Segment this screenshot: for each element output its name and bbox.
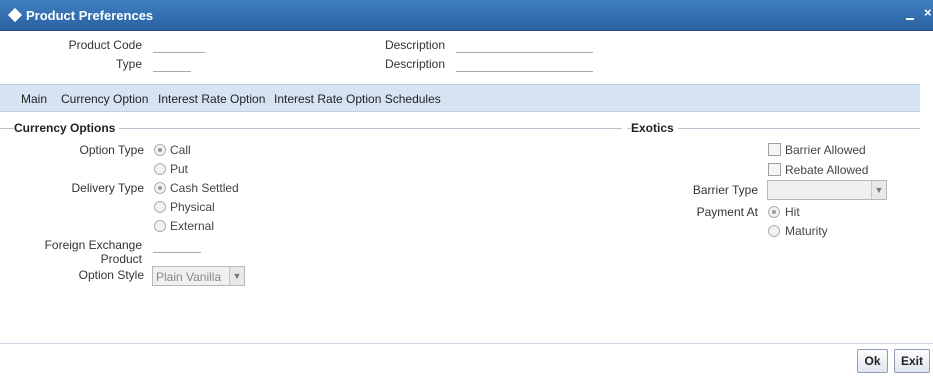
delivery-cash-settled-label: Cash Settled — [170, 181, 239, 195]
option-type-put-radio[interactable] — [154, 163, 166, 175]
barrier-allowed-label: Barrier Allowed — [785, 143, 866, 157]
type-label: Type — [115, 57, 142, 71]
barrier-type-label: Barrier Type — [692, 183, 758, 197]
tab-interest-rate-option-schedules[interactable]: Interest Rate Option Schedules — [274, 92, 441, 106]
close-icon[interactable]: × — [924, 5, 932, 20]
payment-at-hit-label: Hit — [785, 205, 800, 219]
fx-product-label-line1: Foreign Exchange — [44, 238, 142, 252]
tab-main[interactable]: Main — [21, 92, 47, 106]
payment-at-label: Payment At — [696, 205, 758, 219]
ok-button[interactable]: Ok — [857, 349, 888, 373]
type-field[interactable] — [153, 55, 191, 72]
delivery-physical-label: Physical — [170, 200, 215, 214]
chevron-down-icon: ▼ — [229, 267, 244, 285]
barrier-type-select[interactable]: ▼ — [767, 180, 887, 200]
option-type-put-label: Put — [170, 162, 189, 176]
option-style-value: Plain Vanilla — [156, 270, 222, 284]
minimize-icon[interactable] — [906, 18, 914, 20]
currency-options-heading: Currency Options — [14, 121, 120, 135]
tab-currency-option[interactable]: Currency Option — [61, 92, 148, 106]
rebate-allowed-checkbox[interactable] — [768, 163, 781, 176]
fx-product-label-line2: Product — [100, 252, 142, 266]
exotics-heading: Exotics — [631, 121, 678, 135]
footer-divider — [0, 343, 933, 344]
option-type-label: Option Type — [79, 143, 145, 157]
barrier-allowed-checkbox[interactable] — [768, 143, 781, 156]
chevron-down-icon: ▼ — [871, 181, 886, 199]
delivery-external-radio[interactable] — [154, 220, 166, 232]
option-type-call-label: Call — [170, 143, 191, 157]
fx-product-field[interactable] — [153, 236, 201, 253]
product-code-field[interactable] — [153, 36, 205, 53]
tab-interest-rate-option[interactable]: Interest Rate Option — [158, 92, 265, 106]
exit-button[interactable]: Exit — [894, 349, 930, 373]
title-bar: Product Preferences × — [0, 0, 933, 31]
rebate-allowed-label: Rebate Allowed — [785, 163, 869, 177]
description-field-1[interactable] — [456, 36, 593, 53]
diamond-icon — [7, 7, 23, 23]
payment-at-maturity-label: Maturity — [785, 224, 828, 238]
window-title: Product Preferences — [26, 8, 154, 23]
payment-at-maturity-radio[interactable] — [768, 225, 780, 237]
payment-at-hit-radio[interactable] — [768, 206, 780, 218]
option-style-select[interactable]: Plain Vanilla ▼ — [152, 266, 245, 286]
option-type-call-radio[interactable] — [154, 144, 166, 156]
delivery-type-label: Delivery Type — [71, 181, 144, 195]
delivery-cash-settled-radio[interactable] — [154, 182, 166, 194]
product-code-label: Product Code — [68, 38, 142, 52]
option-style-label: Option Style — [78, 268, 144, 282]
delivery-external-label: External — [170, 219, 215, 233]
tab-bar: Main Currency Option Interest Rate Optio… — [0, 84, 920, 112]
description-label-1: Description — [384, 38, 445, 52]
delivery-physical-radio[interactable] — [154, 201, 166, 213]
description-label-2: Description — [384, 57, 445, 71]
description-field-2[interactable] — [456, 55, 593, 72]
